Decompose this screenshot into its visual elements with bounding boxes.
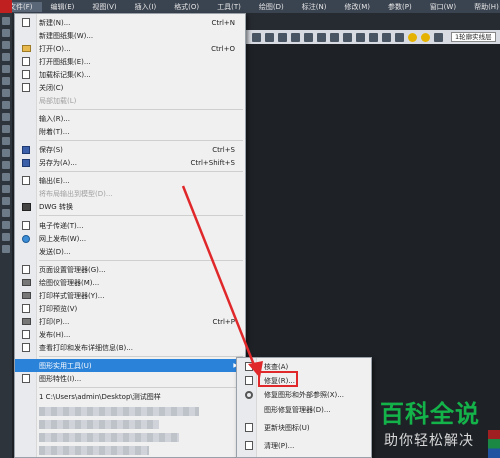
- annotation-arrow: [181, 185, 263, 378]
- arrow-head: [248, 361, 263, 378]
- arrow-shaft: [181, 185, 258, 371]
- taskbar-tray-icon: [488, 430, 500, 458]
- watermark: 百科全说 助你轻松解决: [372, 392, 500, 458]
- watermark-subtitle: 助你轻松解决: [384, 433, 474, 449]
- watermark-title: 百科全说: [380, 400, 480, 428]
